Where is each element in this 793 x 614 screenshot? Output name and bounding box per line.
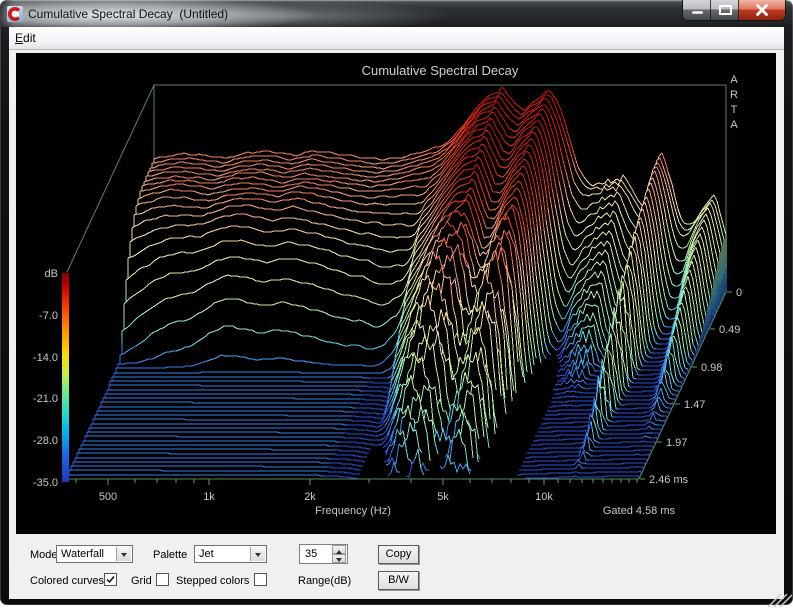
svg-text:-35.0: -35.0 bbox=[33, 477, 58, 489]
svg-text:Cumulative Spectral Decay: Cumulative Spectral Decay bbox=[362, 63, 519, 78]
svg-text:dB: dB bbox=[45, 268, 58, 280]
svg-text:T: T bbox=[731, 104, 738, 116]
svg-text:1.97: 1.97 bbox=[666, 437, 687, 449]
svg-text:10k: 10k bbox=[535, 491, 553, 503]
svg-text:A: A bbox=[730, 74, 738, 86]
svg-text:0: 0 bbox=[736, 287, 742, 299]
svg-text:5k: 5k bbox=[437, 491, 449, 503]
svg-text:Frequency (Hz): Frequency (Hz) bbox=[315, 505, 391, 517]
svg-text:-7.0: -7.0 bbox=[39, 310, 58, 322]
svg-text:-28.0: -28.0 bbox=[33, 435, 58, 447]
svg-text:R: R bbox=[730, 89, 738, 101]
svg-text:0.98: 0.98 bbox=[701, 362, 722, 374]
svg-text:2.46 ms: 2.46 ms bbox=[649, 474, 689, 486]
svg-text:Gated 4.58 ms: Gated 4.58 ms bbox=[603, 505, 676, 517]
svg-text:A: A bbox=[730, 119, 738, 131]
svg-text:2k: 2k bbox=[304, 491, 316, 503]
svg-text:0.49: 0.49 bbox=[719, 324, 740, 336]
svg-text:-21.0: -21.0 bbox=[33, 393, 58, 405]
svg-text:1.47: 1.47 bbox=[684, 399, 705, 411]
svg-text:1k: 1k bbox=[203, 491, 215, 503]
svg-text:-14.0: -14.0 bbox=[33, 352, 58, 364]
svg-text:500: 500 bbox=[99, 491, 117, 503]
